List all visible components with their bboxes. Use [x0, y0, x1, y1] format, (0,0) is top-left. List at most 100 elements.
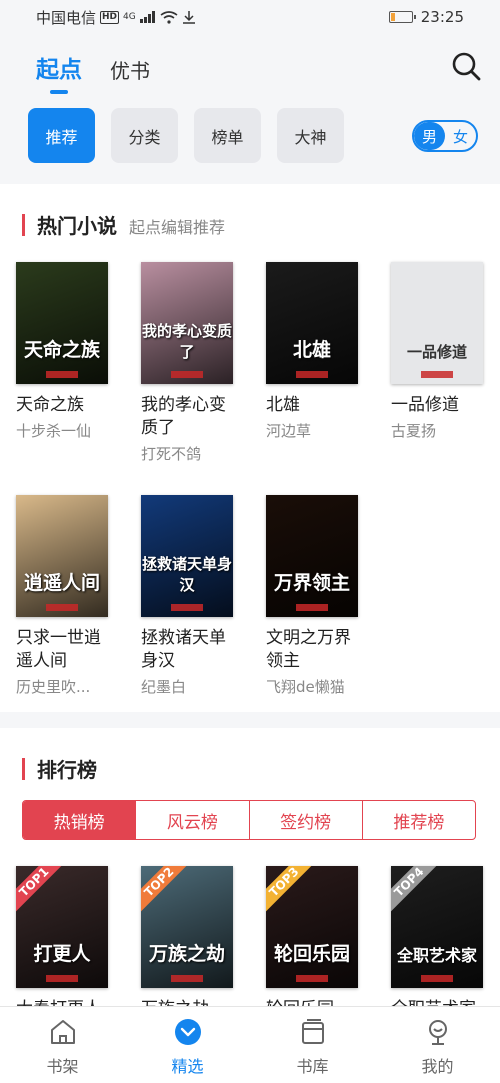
rank-tabs: 热销榜 风云榜 签约榜 推荐榜 [22, 800, 476, 840]
tab-qidian[interactable]: 起点 [36, 50, 82, 94]
hot-book-card[interactable]: 拯救诸天单身汉 拯救诸天单身汉 纪墨白 [141, 495, 237, 697]
search-icon[interactable] [450, 50, 482, 82]
book-cover: 逍遥人间 [16, 495, 108, 617]
hot-book-card[interactable]: 逍遥人间只求一世逍遥人间历史里吹... [16, 495, 112, 697]
book-cover-title: 万界领主 [273, 572, 350, 594]
gender-male[interactable]: 男 [414, 122, 445, 150]
category-masters[interactable]: 大神 [277, 108, 344, 163]
publisher-seal [46, 371, 78, 378]
book-cover: 我的孝心变质了 [141, 262, 233, 384]
book-cover-title: 打更人 [33, 943, 91, 965]
library-icon [301, 1019, 324, 1044]
nav-featured[interactable]: 精选 [125, 1007, 250, 1083]
wifi-icon [160, 10, 178, 24]
rank-book-card[interactable]: TOP4全职艺术家全职艺术家 [391, 866, 487, 1006]
publisher-seal [296, 371, 328, 378]
book-author: 十步杀一仙 [16, 422, 92, 440]
nav-bookshelf[interactable]: 书架 [0, 1007, 125, 1083]
book-author: 古夏扬 [391, 422, 437, 440]
carrier-label: 中国电信 [36, 8, 97, 27]
book-title: 天命之族 [16, 395, 84, 415]
status-bar: 中国电信 HD 4G 23:25 [0, 0, 500, 34]
book-title: 只求一世逍遥人间 [16, 628, 101, 671]
nav-profile[interactable]: 我的 [375, 1007, 500, 1083]
book-cover: 万界领主 [266, 495, 358, 617]
hot-book-card[interactable]: 天命之族 天命之族 十步杀一仙 [16, 262, 112, 441]
book-cover-title: 一品修道 [406, 343, 467, 361]
book-cover-title: 天命之族 [23, 339, 100, 361]
category-recommend[interactable]: 推荐 [28, 108, 95, 163]
hot-book-card[interactable]: 我的孝心变质了 我的孝心变质了 打死不鸽 [141, 262, 237, 464]
rank-book-card[interactable]: TOP1 打更人大奉打更人 [16, 866, 112, 1006]
book-author: 历史里吹... [16, 678, 91, 696]
book-cover-title: 轮回乐园 [273, 943, 350, 965]
hot-book-card[interactable]: 一品修道 一品修道 古夏扬 [391, 262, 487, 441]
book-title: 万族之劫 [141, 998, 237, 1006]
nav-label-bookshelf: 书架 [46, 1057, 79, 1076]
hot-section-header: 热门小说 起点编辑推荐 [22, 210, 225, 239]
book-cover: TOP1 打更人 [16, 866, 108, 988]
home-icon [50, 1020, 75, 1044]
book-cover: 北雄 [266, 262, 358, 384]
book-cover: 天命之族 [16, 262, 108, 384]
header: 起点 优书 推荐 分类 榜单 大神 男 女 [0, 34, 500, 184]
book-cover-title: 我的孝心变质了 [141, 322, 232, 361]
tab-youshu[interactable]: 优书 [110, 55, 150, 84]
top-tabs: 起点 优书 [36, 50, 150, 94]
download-icon [182, 11, 195, 24]
nav-label-featured: 精选 [171, 1057, 204, 1076]
rank-tab-trending[interactable]: 风云榜 [136, 801, 250, 839]
rank-badge: TOP1 [16, 866, 68, 916]
status-right: 23:25 [388, 8, 464, 26]
publisher-seal [46, 604, 78, 611]
gender-toggle[interactable]: 男 女 [412, 120, 478, 152]
book-cover-title: 全职艺术家 [396, 946, 477, 965]
hot-novels-section: 热门小说 起点编辑推荐 天命之族 天命之族 十步杀一仙 我的孝心变质了 我的孝心变质了打… [0, 184, 500, 712]
rank-badge: TOP4 [391, 866, 443, 916]
section-accent-bar [22, 757, 25, 780]
book-author: 飞翔de懒猫 [266, 678, 345, 696]
book-cover: 拯救诸天单身汉 [141, 495, 233, 617]
status-left: 中国电信 HD 4G [36, 7, 196, 28]
publisher-seal [296, 975, 328, 982]
book-cover-title: 拯救诸天单身汉 [141, 555, 232, 594]
book-author: 纪墨白 [141, 678, 187, 696]
hd-badge: HD [100, 10, 120, 24]
rank-tab-recommended[interactable]: 推荐榜 [363, 801, 475, 839]
rank-book-card[interactable]: TOP2万族之劫万族之劫 [141, 866, 237, 1006]
publisher-seal [421, 975, 453, 982]
gender-female[interactable]: 女 [445, 122, 476, 150]
rank-book-card[interactable]: TOP3轮回乐园轮回乐园 [266, 866, 362, 1006]
book-title: 轮回乐园 [266, 998, 362, 1006]
book-author: 打死不鸽 [141, 445, 202, 463]
nav-label-profile: 我的 [421, 1057, 454, 1076]
book-title: 大奉打更人 [16, 998, 112, 1006]
rank-section-title: 排行榜 [37, 758, 97, 782]
publisher-seal [171, 975, 203, 982]
clock: 23:25 [420, 8, 464, 26]
publisher-seal [421, 371, 453, 378]
hot-section-title: 热门小说 [37, 214, 117, 238]
book-cover-title: 逍遥人间 [23, 572, 100, 594]
nav-label-library: 书库 [296, 1057, 329, 1076]
book-title: 北雄 [266, 395, 300, 415]
battery-level [390, 13, 396, 21]
nav-library[interactable]: 书库 [250, 1007, 375, 1083]
book-cover: TOP4 全职艺术家 [391, 866, 483, 988]
rank-badge: TOP2 [141, 866, 193, 916]
hot-section-subtitle: 起点编辑推荐 [129, 218, 226, 237]
hot-book-card[interactable]: 万界领主 文明之万界领主 飞翔de懒猫 [266, 495, 362, 697]
book-title: 全职艺术家 [391, 998, 487, 1006]
book-cover-title: 北雄 [292, 339, 331, 361]
rank-tab-bestseller[interactable]: 热销榜 [23, 801, 137, 839]
battery-icon [388, 11, 416, 23]
section-accent-bar [22, 213, 25, 236]
bottom-nav: 书架 精选 书库 我的 [0, 1006, 500, 1083]
ranking-section: 排行榜 热销榜 风云榜 签约榜 推荐榜 TOP1 打更人大奉打更人 TOP2 万族之劫… [0, 728, 500, 1006]
hot-book-card[interactable]: 北雄 北雄 河边草 [266, 262, 362, 441]
signal-icon [139, 11, 155, 23]
category-ranking[interactable]: 榜单 [194, 108, 261, 163]
rank-tab-signed[interactable]: 签约榜 [250, 801, 363, 839]
featured-icon [174, 1019, 201, 1045]
category-classify[interactable]: 分类 [111, 108, 178, 163]
